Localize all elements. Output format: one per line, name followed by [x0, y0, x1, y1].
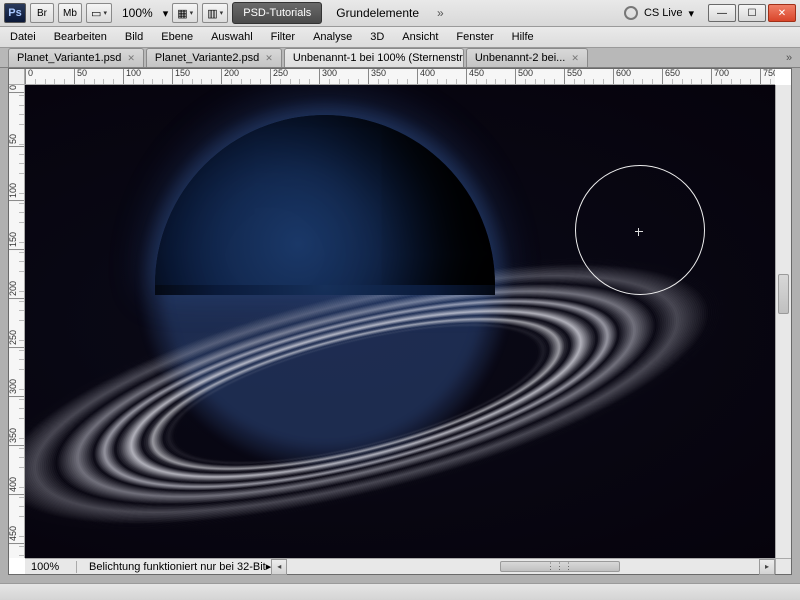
close-icon[interactable]: ✕	[571, 53, 579, 64]
document-tab-active[interactable]: Unbenannt-1 bei 100% (Sternenstraße, Ebe…	[284, 48, 464, 67]
ruler-vertical[interactable]: 050100150200250300350400450	[9, 85, 25, 558]
scroll-left-button[interactable]: ◂	[271, 559, 287, 575]
brush-cursor-crosshair	[635, 228, 643, 236]
menu-3d[interactable]: 3D	[368, 29, 386, 45]
zoom-field[interactable]: 100%	[25, 561, 77, 573]
menu-ebene[interactable]: Ebene	[159, 29, 195, 45]
screen-mode-button[interactable]: ▭▾	[86, 3, 112, 23]
menu-datei[interactable]: Datei	[8, 29, 38, 45]
tab-label: Unbenannt-2 bei...	[475, 52, 566, 64]
workspace-active-button[interactable]: PSD-Tutorials	[232, 2, 322, 24]
document-tab[interactable]: Planet_Variante1.psd ✕	[8, 48, 144, 67]
document-tab[interactable]: Planet_Variante2.psd ✕	[146, 48, 282, 67]
scrollbar-vertical[interactable]	[775, 85, 791, 558]
menu-ansicht[interactable]: Ansicht	[400, 29, 440, 45]
menu-auswahl[interactable]: Auswahl	[209, 29, 255, 45]
document-tab-bar: Planet_Variante1.psd ✕ Planet_Variante2.p…	[0, 48, 800, 68]
menu-fenster[interactable]: Fenster	[454, 29, 495, 45]
canvas[interactable]	[25, 85, 775, 558]
filmstrip-icon: ▭	[91, 7, 101, 20]
workspace-overflow-icon[interactable]: »	[433, 6, 448, 20]
menu-hilfe[interactable]: Hilfe	[510, 29, 536, 45]
scrollbar-thumb[interactable]: ⋮⋮⋮	[500, 561, 620, 572]
menu-bearbeiten[interactable]: Bearbeiten	[52, 29, 109, 45]
scrollbar-thumb[interactable]	[778, 274, 789, 314]
chevron-down-icon[interactable]: ▾	[688, 7, 694, 20]
grid-icon: ▦	[177, 7, 187, 20]
zoom-level[interactable]: 100%	[122, 6, 153, 20]
document-tab[interactable]: Unbenannt-2 bei... ✕	[466, 48, 588, 67]
arrange-button[interactable]: ▦▾	[172, 3, 198, 23]
app-toolbar: Ps Br Mb ▭▾ 100%▾ ▦▾ ▥▾ PSD-Tutorials Gr…	[0, 0, 800, 27]
close-button[interactable]: ✕	[768, 4, 796, 22]
maximize-button[interactable]: ☐	[738, 4, 766, 22]
extras-button[interactable]: ▥▾	[202, 3, 228, 23]
menu-filter[interactable]: Filter	[269, 29, 297, 45]
menu-analyse[interactable]: Analyse	[311, 29, 354, 45]
tab-label: Planet_Variante2.psd	[155, 52, 259, 64]
tab-overflow-button[interactable]: »	[778, 48, 800, 67]
menu-bild[interactable]: Bild	[123, 29, 145, 45]
close-icon[interactable]: ✕	[127, 53, 135, 64]
chevron-down-icon: ▾	[220, 9, 224, 17]
cslive-group: CS Live ▾ — ☐ ✕	[624, 4, 796, 22]
photoshop-logo-icon: Ps	[4, 3, 26, 23]
chevron-down-icon: ▾	[103, 9, 107, 17]
workspace: Planet_Variante1.psd ✕ Planet_Variante2.p…	[0, 48, 800, 583]
scroll-right-button[interactable]: ▸	[759, 559, 775, 575]
window-controls: — ☐ ✕	[708, 4, 796, 22]
menu-bar: Datei Bearbeiten Bild Ebene Auswahl Filt…	[0, 27, 800, 48]
status-info: Belichtung funktioniert nur bei 32-Bit	[89, 561, 266, 573]
scrollbar-horizontal[interactable]: ⋮⋮⋮	[287, 559, 759, 574]
tab-label: Unbenannt-1 bei 100% (Sternenstraße, Ebe…	[293, 52, 464, 64]
minibridge-button[interactable]: Mb	[58, 3, 82, 23]
cslive-label[interactable]: CS Live	[644, 7, 683, 19]
window-status-bar	[0, 583, 800, 600]
cslive-ring-icon	[624, 6, 638, 20]
tab-label: Planet_Variante1.psd	[17, 52, 121, 64]
chevron-down-icon[interactable]: ▾	[163, 7, 169, 20]
guides-icon: ▥	[207, 7, 217, 20]
artwork-planet-top	[155, 115, 495, 455]
resize-grip[interactable]	[775, 558, 791, 574]
canvas-frame: 0501001502002503003504004505005506006507…	[8, 68, 792, 575]
workspace-other-button[interactable]: Grundelemente	[326, 2, 429, 24]
ruler-origin[interactable]	[9, 69, 25, 85]
chevron-down-icon: ▾	[190, 9, 194, 17]
ruler-horizontal[interactable]: 0501001502002503003504004505005506006507…	[25, 69, 775, 85]
bridge-button[interactable]: Br	[30, 3, 54, 23]
close-icon[interactable]: ✕	[265, 53, 273, 64]
canvas-footer: 100% Belichtung funktioniert nur bei 32-…	[25, 558, 775, 574]
minimize-button[interactable]: —	[708, 4, 736, 22]
